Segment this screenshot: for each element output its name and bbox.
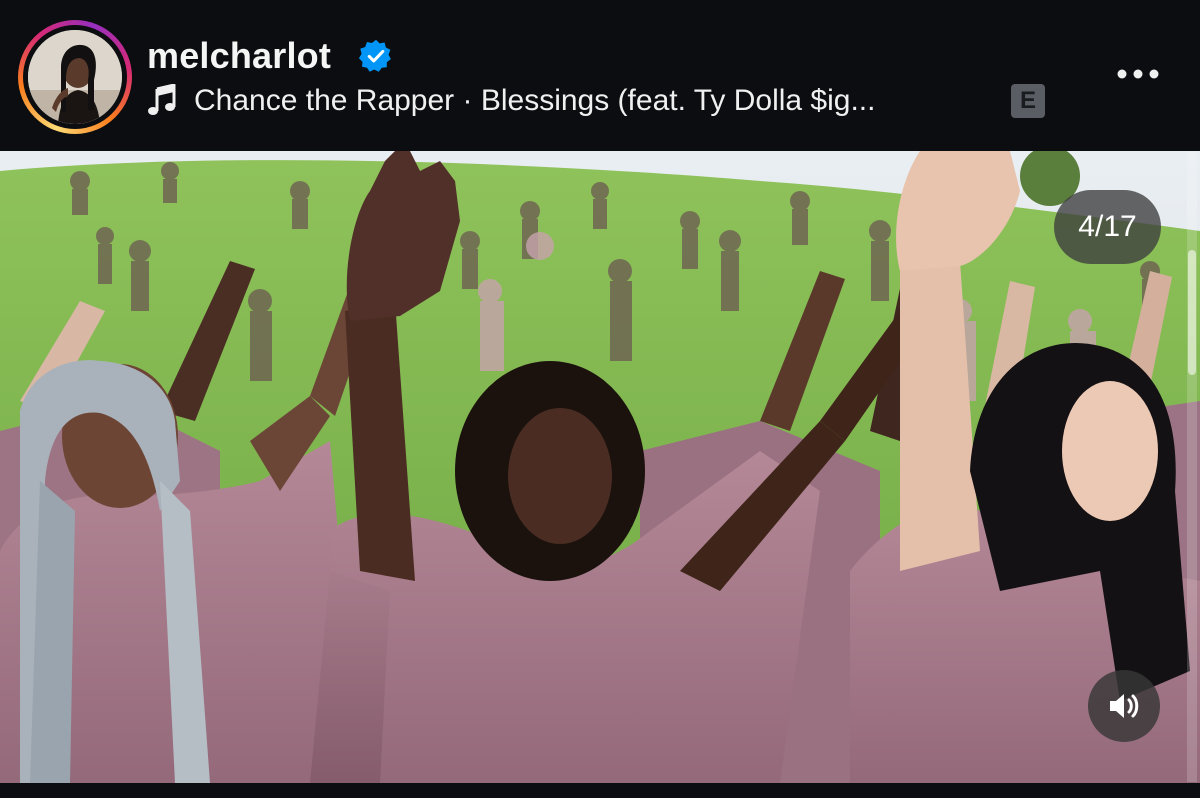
carousel-counter: 4/17	[1054, 190, 1161, 264]
audio-track-label[interactable]: Chance the Rapper · Blessings (feat. Ty …	[194, 83, 875, 119]
post-header: melcharlot Chance the Rapper · Blessings…	[0, 0, 1200, 150]
post-footer-edge	[0, 783, 1200, 798]
avatar[interactable]	[28, 30, 122, 124]
speaker-icon	[1110, 694, 1139, 718]
explicit-badge: E	[1011, 84, 1045, 118]
music-note-icon	[148, 84, 176, 115]
post-media-photo[interactable]	[0, 151, 1200, 783]
more-options-icon[interactable]	[1112, 58, 1164, 90]
username[interactable]: melcharlot	[147, 36, 331, 76]
verified-badge-icon	[358, 39, 391, 72]
scrollbar-thumb[interactable]	[1188, 250, 1196, 375]
audio-toggle-button[interactable]	[1088, 670, 1160, 742]
instagram-post: melcharlot Chance the Rapper · Blessings…	[0, 0, 1200, 798]
scrollbar-track[interactable]	[1187, 152, 1197, 782]
story-ring[interactable]	[18, 20, 132, 134]
